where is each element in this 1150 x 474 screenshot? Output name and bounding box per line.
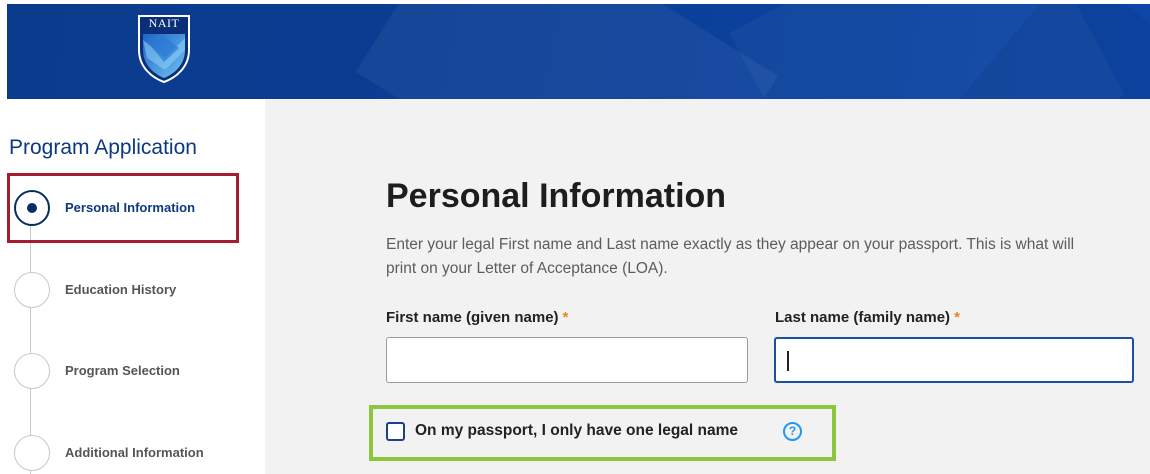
progress-sidebar: Program Application Personal Information…	[0, 99, 265, 474]
first-name-label-text: First name (given name)	[386, 309, 559, 326]
step-education-history[interactable]: Education History	[12, 272, 252, 312]
step-label: Additional Information	[65, 445, 204, 460]
first-name-label: First name (given name) *	[386, 309, 568, 326]
step-program-selection[interactable]: Program Selection	[12, 353, 252, 393]
step-pending-icon	[14, 435, 50, 471]
first-name-input[interactable]	[386, 337, 748, 383]
step-pending-icon	[14, 272, 50, 308]
help-icon[interactable]: ?	[783, 422, 802, 441]
required-indicator: *	[954, 309, 960, 326]
current-step-highlight	[7, 173, 239, 243]
step-additional-information[interactable]: Additional Information	[12, 435, 252, 474]
page-title: Personal Information	[386, 177, 727, 215]
required-indicator: *	[562, 309, 569, 326]
last-name-input[interactable]	[774, 337, 1134, 383]
last-name-label: Last name (family name) *	[775, 309, 960, 326]
step-pending-icon	[14, 353, 50, 389]
header-banner: NAIT	[7, 4, 1150, 99]
step-label: Education History	[65, 282, 177, 297]
last-name-label-text: Last name (family name)	[775, 309, 951, 326]
sidebar-title: Program Application	[9, 136, 197, 159]
single-legal-name-label[interactable]: On my passport, I only have one legal na…	[415, 422, 738, 440]
main-content: Personal Information Enter your legal Fi…	[265, 99, 1150, 474]
nait-logo[interactable]: NAIT	[135, 14, 193, 84]
logo-text: NAIT	[148, 16, 180, 30]
page-description: Enter your legal First name and Last nam…	[386, 236, 1075, 277]
single-legal-name-checkbox[interactable]	[386, 422, 405, 441]
step-label: Program Selection	[65, 363, 180, 378]
header-facet	[356, 4, 778, 99]
text-caret	[787, 351, 789, 371]
